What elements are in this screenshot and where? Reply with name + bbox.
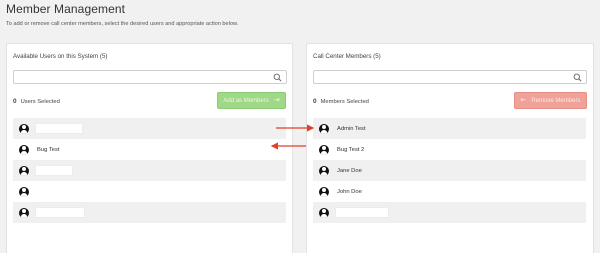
redacted-name bbox=[35, 186, 75, 197]
members-search-input[interactable] bbox=[314, 77, 586, 89]
avatar-icon bbox=[19, 207, 29, 218]
redacted-name bbox=[335, 207, 389, 218]
available-users-header: Available Users on this System (5) bbox=[13, 53, 108, 60]
avatar-icon bbox=[19, 144, 29, 155]
list-item[interactable] bbox=[13, 118, 286, 139]
list-item[interactable]: Bug Test bbox=[13, 139, 286, 160]
avatar-icon bbox=[19, 186, 29, 197]
user-name: Bug Test 2 bbox=[337, 146, 365, 153]
user-name: Admin Test bbox=[337, 125, 366, 132]
avatar-icon bbox=[319, 207, 329, 218]
avatar-icon bbox=[19, 165, 29, 176]
avatar-icon bbox=[19, 123, 29, 134]
members-selected-number: 0 bbox=[313, 98, 317, 105]
available-users-search-box[interactable] bbox=[13, 70, 287, 89]
redacted-name bbox=[35, 165, 73, 176]
add-as-members-button[interactable]: Add as Members ⇥ bbox=[217, 92, 286, 109]
user-name: John Doe bbox=[337, 188, 362, 195]
avatar-icon bbox=[319, 186, 329, 197]
available-users-list: Bug Test bbox=[13, 118, 286, 223]
available-users-search-input[interactable] bbox=[14, 77, 286, 89]
list-item[interactable]: John Doe bbox=[313, 181, 586, 202]
page-subtitle: To add or remove call center members, se… bbox=[6, 21, 239, 27]
avatar-icon bbox=[319, 165, 329, 176]
members-list: Admin Test Bug Test 2 Jane Doe John Doe bbox=[313, 118, 586, 223]
users-selected-number: 0 bbox=[13, 98, 17, 105]
members-search-box[interactable] bbox=[313, 70, 587, 89]
remove-members-button[interactable]: ⇤ Remove Members bbox=[514, 92, 587, 109]
arrow-left-from-bar-icon: ⇤ bbox=[520, 97, 527, 104]
search-icon[interactable] bbox=[573, 73, 582, 82]
list-item[interactable] bbox=[13, 202, 286, 223]
user-name: Bug Test bbox=[37, 146, 60, 153]
list-item[interactable]: Bug Test 2 bbox=[313, 139, 586, 160]
available-users-panel: Available Users on this System (5) 0 User… bbox=[6, 43, 293, 253]
list-item[interactable]: Admin Test bbox=[313, 118, 586, 139]
list-item[interactable] bbox=[13, 160, 286, 181]
avatar-icon bbox=[319, 144, 329, 155]
page-title: Member Management bbox=[6, 2, 126, 16]
users-selected-count: 0 Users Selected bbox=[13, 98, 60, 105]
arrow-right-to-bar-icon: ⇥ bbox=[273, 97, 280, 104]
call-center-members-header: Call Center Members (5) bbox=[313, 53, 381, 60]
user-name: Jane Doe bbox=[337, 167, 362, 174]
members-selected-label: Members Selected bbox=[320, 99, 369, 105]
remove-members-label: Remove Members bbox=[531, 97, 581, 104]
search-icon[interactable] bbox=[273, 73, 282, 82]
avatar-icon bbox=[319, 123, 329, 134]
add-as-members-label: Add as Members bbox=[223, 97, 269, 104]
users-selected-label: Users Selected bbox=[20, 99, 60, 105]
redacted-name bbox=[35, 123, 83, 134]
list-item[interactable]: Jane Doe bbox=[313, 160, 586, 181]
members-selected-count: 0 Members Selected bbox=[313, 98, 369, 105]
redacted-name bbox=[35, 207, 85, 218]
list-item[interactable] bbox=[313, 202, 586, 223]
call-center-members-panel: Call Center Members (5) 0 Members Selecte… bbox=[306, 43, 594, 253]
list-item[interactable] bbox=[13, 181, 286, 202]
